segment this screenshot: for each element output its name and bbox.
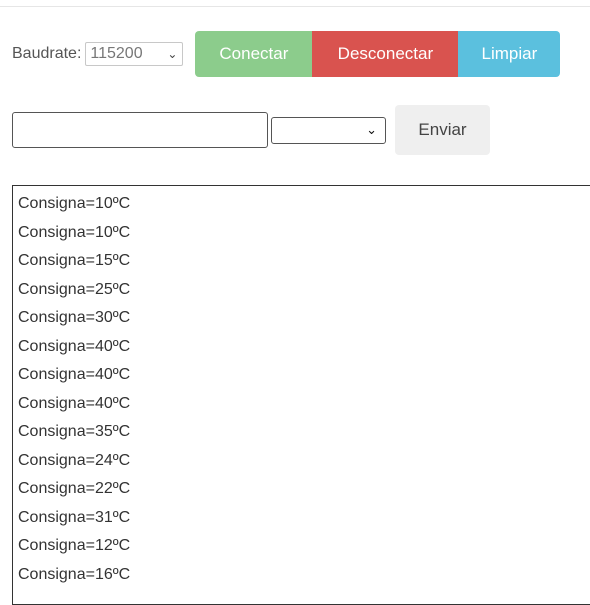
log-line: Consigna=40ºC [18, 394, 131, 412]
baudrate-value: 115200 [90, 45, 143, 62]
log-line: Consigna=35ºC [18, 423, 131, 440]
log-line: Consigna=15ºC [18, 252, 131, 269]
log-line: Consigna=12ºC [18, 537, 131, 554]
serial-output-log[interactable]: Consigna=10ºC Consigna=10ºC Consigna=15º… [12, 185, 590, 605]
connection-toolbar: Baudrate: 115200 ⌄ Conectar Desconectar … [12, 31, 561, 77]
log-line: Consigna=22ºC [18, 480, 131, 497]
log-line: Consigna=30ºC [18, 309, 131, 326]
chevron-down-icon: ⌄ [167, 47, 178, 61]
log-line: Consigna=31ºC [18, 508, 131, 526]
log-line: Consigna=10ºC [18, 223, 131, 241]
baudrate-select[interactable]: 115200 ⌄ [85, 42, 184, 66]
message-input[interactable] [12, 112, 268, 148]
disconnect-button[interactable]: Desconectar [312, 31, 459, 77]
connect-button[interactable]: Conectar [195, 31, 313, 77]
clear-button[interactable]: Limpiar [458, 31, 561, 77]
log-line: Consigna=25ºC [18, 280, 131, 298]
baudrate-label: Baudrate: [12, 45, 82, 62]
send-button[interactable]: Enviar [395, 105, 490, 155]
log-line: Consigna=16ºC [18, 565, 131, 583]
send-toolbar: ⌄ Enviar [12, 105, 490, 155]
log-line: Consigna=10ºC [18, 195, 131, 212]
top-divider [0, 6, 590, 7]
line-ending-select[interactable]: ⌄ [271, 116, 386, 144]
log-line: Consigna=40ºC [18, 366, 131, 383]
log-line: Consigna=24ºC [18, 451, 131, 469]
log-line: Consigna=40ºC [18, 337, 131, 355]
chevron-down-icon: ⌄ [366, 121, 377, 137]
